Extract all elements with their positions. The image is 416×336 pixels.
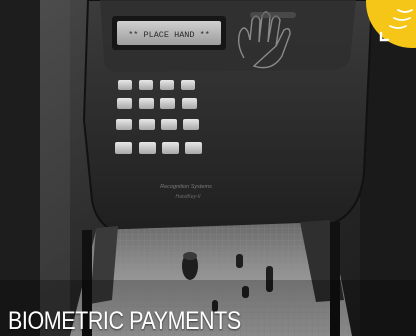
device-brand-line-1: Recognition Systems — [160, 184, 212, 190]
article-card[interactable]: ** PLACE HAND ** Recognition Systems Han… — [0, 0, 416, 336]
lcd-display-text: ** PLACE HAND ** — [128, 30, 210, 40]
device-brand-line-2: HandKey-II — [175, 194, 201, 200]
card-caption[interactable]: BIOMETRIC PAYMENTS — [8, 306, 241, 336]
biometric-hand-reader-photo: ** PLACE HAND ** Recognition Systems Han… — [0, 0, 416, 336]
corner-logo-icon[interactable] — [356, 0, 416, 56]
